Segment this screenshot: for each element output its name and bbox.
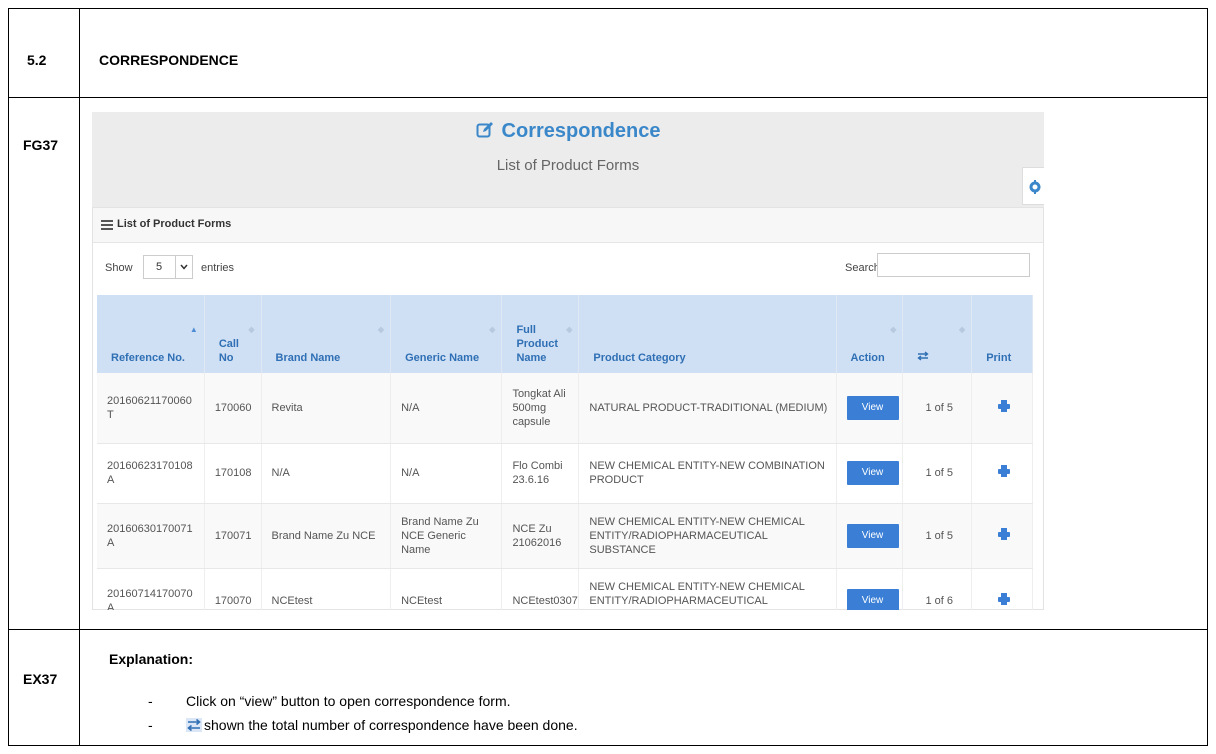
full-product-name: NCEtest0307 bbox=[501, 568, 580, 610]
explanation-label: EX37 bbox=[23, 671, 58, 687]
column-action[interactable]: Action ◆ bbox=[836, 295, 904, 373]
chevron-down-icon bbox=[175, 256, 192, 278]
row-divider bbox=[9, 97, 1207, 98]
action-cell: View bbox=[836, 443, 904, 504]
table-row: 20160621170060T 170060 Revita N/A Tongka… bbox=[97, 373, 1033, 444]
call-no: 170070 bbox=[204, 568, 262, 610]
print-icon[interactable] bbox=[998, 465, 1011, 477]
generic-name: NCEtest bbox=[390, 568, 503, 610]
brand-name: Brand Name Zu NCE bbox=[261, 503, 392, 569]
entries-value: 5 bbox=[156, 261, 163, 273]
full-product-name: Flo Combi 23.6.16 bbox=[501, 443, 580, 504]
entries-select[interactable]: 5 bbox=[143, 255, 193, 279]
entries-label: entries bbox=[201, 262, 235, 274]
page-subtitle: List of Product Forms bbox=[496, 157, 640, 174]
search-input[interactable] bbox=[877, 253, 1030, 277]
column-call-no[interactable]: Call No ◆ bbox=[204, 295, 262, 373]
column-full-product-name[interactable]: Full Product Name ◆ bbox=[501, 295, 580, 373]
brand-name: NCEtest bbox=[261, 568, 392, 610]
reference-no: 20160623170108A bbox=[97, 443, 205, 504]
full-product-name: Tongkat Ali 500mg capsule bbox=[501, 373, 580, 444]
explanation-title: Explanation: bbox=[109, 651, 194, 667]
call-no: 170060 bbox=[204, 373, 262, 444]
section-title: CORRESPONDENCE bbox=[99, 52, 239, 68]
generic-name: N/A bbox=[390, 373, 503, 444]
product-category: NEW CHEMICAL ENTITY-NEW CHEMICAL ENTITY/… bbox=[578, 568, 837, 610]
generic-name: Brand Name Zu NCE Generic Name bbox=[390, 503, 503, 569]
reference-no: 20160630170071A bbox=[97, 503, 205, 569]
section-number: 5.2 bbox=[27, 52, 47, 68]
page-title-text: Correspondence bbox=[501, 120, 661, 142]
column-divider bbox=[79, 9, 80, 745]
call-no: 170071 bbox=[204, 503, 262, 569]
product-category: NATURAL PRODUCT-TRADITIONAL (MEDIUM) bbox=[578, 373, 837, 444]
bullet-text: shown the total number of correspondence… bbox=[204, 717, 578, 733]
correspondence-count: 1 of 5 bbox=[902, 503, 973, 569]
gear-icon bbox=[1029, 180, 1041, 194]
column-brand-name[interactable]: Brand Name ◆ bbox=[261, 295, 392, 373]
show-label: Show bbox=[105, 262, 133, 274]
table-row: 20160630170071A 170071 Brand Name Zu NCE… bbox=[97, 503, 1033, 569]
list-icon bbox=[101, 220, 113, 233]
view-button[interactable]: View bbox=[846, 588, 899, 610]
settings-toggle[interactable] bbox=[1022, 167, 1044, 205]
full-product-name: NCE Zu 21062016 bbox=[501, 503, 580, 569]
correspondence-count: 1 of 5 bbox=[902, 373, 973, 444]
column-product-category[interactable]: Product Category bbox=[578, 295, 837, 373]
print-cell bbox=[971, 568, 1033, 610]
table-row: 20160623170108A 170108 N/A N/A Flo Combi… bbox=[97, 443, 1033, 504]
page-header: Correspondence List of Product Forms bbox=[92, 112, 1044, 207]
generic-name: N/A bbox=[390, 443, 503, 504]
product-category: NEW CHEMICAL ENTITY-NEW COMBINATION PROD… bbox=[578, 443, 837, 504]
reference-no: 20160621170060T bbox=[97, 373, 205, 444]
print-cell bbox=[971, 443, 1033, 504]
table-row: 20160714170070A 170070 NCEtest NCEtest N… bbox=[97, 568, 1033, 610]
print-cell bbox=[971, 503, 1033, 569]
print-icon[interactable] bbox=[998, 592, 1011, 605]
figure-label: FG37 bbox=[23, 137, 59, 153]
app-screenshot: Correspondence List of Product Forms Lis… bbox=[92, 112, 1044, 610]
view-button[interactable]: View bbox=[846, 523, 899, 548]
correspondence-count: 1 of 6 bbox=[902, 568, 973, 610]
column-generic-name[interactable]: Generic Name ◆ bbox=[390, 295, 503, 373]
bullet-dash: - bbox=[148, 693, 153, 709]
column-print: Print bbox=[971, 295, 1033, 373]
print-cell bbox=[971, 373, 1033, 444]
view-button[interactable]: View bbox=[846, 395, 899, 420]
exchange-icon bbox=[186, 718, 202, 732]
print-icon[interactable] bbox=[998, 527, 1011, 540]
brand-name: N/A bbox=[261, 443, 392, 504]
exchange-icon bbox=[917, 351, 929, 361]
edit-icon bbox=[476, 121, 494, 145]
print-icon[interactable] bbox=[998, 399, 1011, 412]
row-divider bbox=[9, 629, 1207, 630]
action-cell: View bbox=[836, 568, 904, 610]
view-button[interactable]: View bbox=[846, 461, 899, 485]
panel-header: List of Product Forms bbox=[93, 208, 1043, 243]
bullet-dash: - bbox=[148, 717, 153, 733]
panel-title: List of Product Forms bbox=[117, 218, 232, 230]
call-no: 170108 bbox=[204, 443, 262, 504]
product-forms-table: Reference No. ▲ Call No ◆ Brand Name ◆ Gene… bbox=[97, 295, 1033, 610]
reference-no: 20160714170070A bbox=[97, 568, 205, 610]
brand-name: Revita bbox=[261, 373, 392, 444]
column-reference-no[interactable]: Reference No. ▲ bbox=[97, 295, 205, 373]
correspondence-count: 1 of 5 bbox=[902, 443, 973, 504]
bullet-text: Click on “view” button to open correspon… bbox=[186, 693, 511, 709]
list-panel: List of Product Forms Show 5 entries Sea… bbox=[92, 207, 1044, 610]
action-cell: View bbox=[836, 503, 904, 569]
page-title: Correspondence bbox=[92, 120, 1044, 145]
product-category: NEW CHEMICAL ENTITY-NEW CHEMICAL ENTITY/… bbox=[578, 503, 837, 569]
table-header-row: Reference No. ▲ Call No ◆ Brand Name ◆ Gene… bbox=[97, 295, 1033, 373]
action-cell: View bbox=[836, 373, 904, 444]
column-count[interactable]: ◆ bbox=[902, 295, 973, 373]
